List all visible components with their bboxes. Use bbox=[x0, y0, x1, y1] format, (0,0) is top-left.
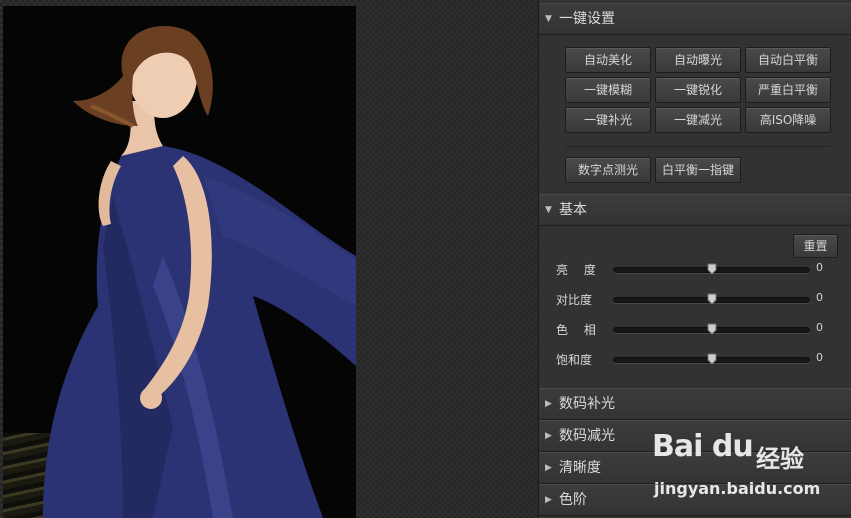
digital-spot-metering-button[interactable]: 数字点测光 bbox=[565, 157, 651, 183]
section-title: 色阶 bbox=[559, 492, 587, 508]
collapse-arrow-icon: ▼ bbox=[545, 205, 552, 215]
slider-thumb-icon[interactable] bbox=[707, 323, 717, 335]
one-click-blur-button[interactable]: 一键模糊 bbox=[565, 77, 651, 103]
slider-hue: 色 相 0 bbox=[539, 319, 851, 339]
severe-white-balance-button[interactable]: 严重白平衡 bbox=[745, 77, 831, 103]
section-header-basic[interactable]: ▼ 基本 bbox=[539, 194, 851, 226]
expand-arrow-icon: ▶ bbox=[545, 495, 552, 505]
section-title: 基本 bbox=[559, 202, 587, 218]
one-click-fill-light-button[interactable]: 一键补光 bbox=[565, 107, 651, 133]
auto-beautify-button[interactable]: 自动美化 bbox=[565, 47, 651, 73]
photo-editor-window: ▼ 一键设置 自动美化 自动曝光 自动白平衡 一键模糊 一键锐化 严重白平衡 一… bbox=[0, 0, 851, 518]
slider-label: 色 相 bbox=[556, 323, 596, 337]
collapse-arrow-icon: ▼ bbox=[545, 14, 552, 24]
one-click-sharpen-button[interactable]: 一键锐化 bbox=[655, 77, 741, 103]
slider-saturation: 饱和度 0 bbox=[539, 349, 851, 369]
image-canvas[interactable] bbox=[0, 0, 538, 518]
one-click-reduce-light-button[interactable]: 一键减光 bbox=[655, 107, 741, 133]
expand-arrow-icon: ▶ bbox=[545, 399, 552, 409]
slider-brightness: 亮 度 0 bbox=[539, 259, 851, 279]
reset-button[interactable]: 重置 bbox=[793, 234, 838, 258]
expand-arrow-icon: ▶ bbox=[545, 431, 552, 441]
white-balance-one-key-button[interactable]: 白平衡一指键 bbox=[655, 157, 741, 183]
auto-white-balance-button[interactable]: 自动白平衡 bbox=[745, 47, 831, 73]
expand-arrow-icon: ▶ bbox=[545, 463, 552, 473]
photo-preview bbox=[3, 6, 356, 518]
model-illustration bbox=[43, 26, 356, 518]
watermark-brand: Bai du bbox=[652, 429, 754, 464]
slider-label: 饱和度 bbox=[556, 353, 593, 367]
section-header-digital-fill-light[interactable]: ▶ 数码补光 bbox=[539, 388, 851, 420]
slider-value: 0 bbox=[816, 261, 823, 274]
slider-thumb-icon[interactable] bbox=[707, 353, 717, 365]
slider-label: 亮 度 bbox=[556, 263, 596, 277]
slider-label: 对比度 bbox=[556, 293, 593, 307]
baidu-jingyan-watermark: Bai du 经验 jingyan.baidu.com bbox=[652, 425, 847, 505]
section-divider bbox=[565, 146, 831, 147]
high-iso-denoise-button[interactable]: 高ISO降噪 bbox=[745, 107, 831, 133]
slider-value: 0 bbox=[816, 291, 823, 304]
slider-value: 0 bbox=[816, 321, 823, 334]
auto-exposure-button[interactable]: 自动曝光 bbox=[655, 47, 741, 73]
watermark-cn: 经验 bbox=[756, 445, 804, 473]
slider-value: 0 bbox=[816, 351, 823, 364]
section-title: 一键设置 bbox=[559, 11, 615, 27]
watermark-url: jingyan.baidu.com bbox=[654, 479, 821, 498]
slider-thumb-icon[interactable] bbox=[707, 293, 717, 305]
section-header-one-click[interactable]: ▼ 一键设置 bbox=[539, 3, 851, 35]
slider-contrast: 对比度 0 bbox=[539, 289, 851, 309]
slider-thumb-icon[interactable] bbox=[707, 263, 717, 275]
section-title: 清晰度 bbox=[559, 460, 601, 476]
section-title: 数码减光 bbox=[559, 428, 615, 444]
section-title: 数码补光 bbox=[559, 396, 615, 412]
